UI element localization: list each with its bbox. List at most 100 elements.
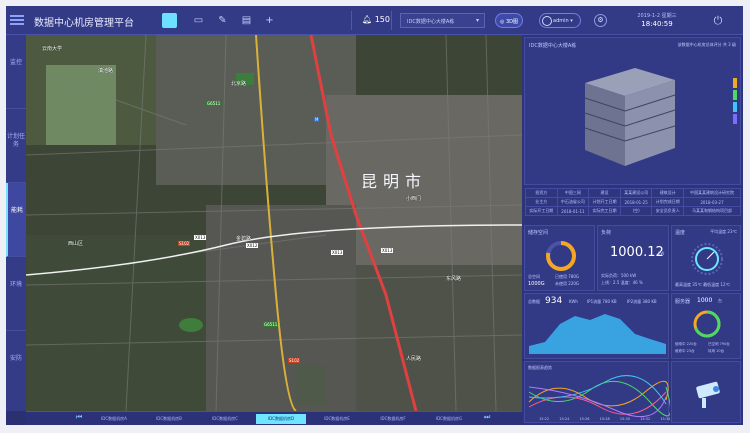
x-tick: 15:22 xyxy=(539,417,550,421)
document-icon[interactable]: ▤ xyxy=(240,14,253,27)
traffic-area-chart xyxy=(529,314,666,354)
table-cell: 马某某和钢结构项目部 xyxy=(683,206,741,216)
table-cell: 投资方 xyxy=(525,188,558,198)
divider xyxy=(391,11,392,30)
load-detail: 上线：2.5 温度：46 % xyxy=(601,280,643,285)
date-text: 2019-1-2 星期三 xyxy=(637,13,677,19)
right-panel: IDC数据中心大楼A栋 该数据中心机房总体评分 共 3 级 投资方 中国三网 建设某… xyxy=(522,35,743,425)
divider xyxy=(351,11,352,30)
3d-view-label: 3D图 xyxy=(505,19,519,25)
temperature-card: 温度 平均温度 23℃ 最高温度 35℃ 最低温度 12℃ xyxy=(671,225,741,291)
storage-total-value: 1000G xyxy=(528,281,545,287)
nav-label: 监控 xyxy=(9,59,22,66)
datetime: 2019-1-2 星期三 18:40:59 xyxy=(632,12,682,28)
top-bar: 数据中心机房管理平台 ▭ ✎ ▤ + 🔔︎ 150 IDC数据中心大楼A栋 ▾ ◎… xyxy=(6,6,743,35)
bell-icon: 🔔︎ xyxy=(362,15,373,24)
table-cell: 实际完工日期 xyxy=(588,206,621,216)
x-tick: 15:26 xyxy=(579,417,590,421)
map-place-label: 北京路 xyxy=(231,81,247,87)
route-badge: S102 xyxy=(178,241,191,246)
trend-card: 数据报表趋势 15:22 15:24 15:26 15:28 15:30 15:… xyxy=(524,361,671,423)
nav-item-monitor[interactable]: 监控 xyxy=(6,35,26,109)
table-cell: 建设 xyxy=(588,188,621,198)
legend-free: 未使用 220G xyxy=(555,281,580,286)
legend-item: 已空闲 790台 xyxy=(708,342,730,346)
building-card: IDC数据中心大楼A栋 该数据中心机房总体评分 共 3 级 xyxy=(524,37,741,185)
app-window: 数据中心机房管理平台 ▭ ✎ ▤ + 🔔︎ 150 IDC数据中心大楼A栋 ▾ ◎… xyxy=(6,6,743,425)
time-text: 18:40:59 xyxy=(641,20,673,28)
tab-room-c[interactable]: IDC数据机房C xyxy=(200,414,250,424)
legend-used: 已使用 780G xyxy=(555,274,580,279)
server-card: 服务器 1000 台 使用中 220台 已空闲 790台 维修中 23台 待用 … xyxy=(671,293,741,359)
home-button[interactable] xyxy=(162,13,177,28)
table-cell: 2018-01-11 xyxy=(556,206,590,216)
nav-item-energy[interactable]: 能耗 xyxy=(6,183,26,257)
satellite-map[interactable]: 昆明市 云南大学 滇池路 北京路 金碧路 西山区 小西门 人民路 东风路 G65… xyxy=(26,35,522,411)
username: admin xyxy=(553,18,569,24)
legend-item: 维修中 23台 xyxy=(675,349,695,353)
add-icon[interactable]: + xyxy=(263,14,276,27)
alarm-button[interactable]: 🔔︎ 150 xyxy=(362,15,390,24)
legend-item: 使用中 220台 xyxy=(675,342,697,346)
avatar xyxy=(542,16,552,26)
user-menu[interactable]: admin ▾ xyxy=(539,13,581,28)
load-value: 1000.12 xyxy=(610,245,664,260)
x-tick: 15:30 xyxy=(619,417,630,421)
map-imagery xyxy=(26,35,522,411)
tab-room-f[interactable]: IDC数据机房F xyxy=(368,414,418,424)
table-cell: 业主方 xyxy=(525,197,558,207)
prev-page-icon[interactable]: ⏮ xyxy=(76,413,82,422)
temperature-range: 最高温度 35℃ 最低温度 12℃ xyxy=(675,282,730,287)
nav-label: 安防 xyxy=(9,355,22,362)
x-tick: 15:32 xyxy=(640,417,651,421)
alarm-count: 150 xyxy=(374,15,390,24)
map-place-label: 西山区 xyxy=(68,241,84,247)
map-place-label: 小西门 xyxy=(406,196,422,202)
route-badge: X013 xyxy=(381,248,394,253)
map-place-label: 东风路 xyxy=(446,276,462,282)
edit-icon[interactable]: ✎ xyxy=(216,14,229,27)
room-tabs: ⏮ IDC数据机房A IDC数据机房B IDC数据机房C IDC数据机房D ID… xyxy=(26,411,522,425)
tab-room-e[interactable]: IDC数据机房E xyxy=(312,414,362,424)
side-nav: 监控 计划任务 能耗 环境 安防 xyxy=(6,35,26,411)
building-3d-model xyxy=(584,68,737,166)
tab-room-a[interactable]: IDC数据机房A xyxy=(89,414,139,424)
table-cell: 建筑设计 xyxy=(651,188,685,198)
menu-icon[interactable] xyxy=(10,15,24,25)
datacenter-select-value: IDC数据中心大楼A栋 xyxy=(407,19,455,25)
settings-icon[interactable]: ⚙ xyxy=(594,14,607,27)
map-city-label: 昆明市 xyxy=(361,172,428,191)
load-unit: kW xyxy=(658,251,665,256)
tab-room-d[interactable]: IDC数据机房D xyxy=(256,414,306,424)
table-cell: 中石油省公司 xyxy=(556,197,590,207)
route-badge: X013 xyxy=(331,250,344,255)
metro-marker: M xyxy=(314,117,320,122)
table-cell: 安全员负责人 xyxy=(651,206,685,216)
x-tick: 15:34 xyxy=(660,417,671,421)
x-tick: 15:24 xyxy=(559,417,570,421)
nav-label: 计划任务 xyxy=(6,133,25,148)
nav-item-security[interactable]: 安防 xyxy=(6,331,26,405)
route-badge: G6511 xyxy=(206,101,222,106)
map-place-label: 滇池路 xyxy=(98,68,114,74)
load-title: 负荷 xyxy=(601,230,612,236)
camera-card[interactable] xyxy=(671,361,741,423)
chevron-down-icon: ▾ xyxy=(475,17,479,24)
3d-view-button[interactable]: ◎ 3D图 xyxy=(495,13,523,28)
nav-item-environment[interactable]: 环境 xyxy=(6,257,26,331)
nav-label: 能耗 xyxy=(10,207,23,214)
datacenter-select[interactable]: IDC数据中心大楼A栋 ▾ xyxy=(400,13,485,28)
monitor-icon[interactable]: ▭ xyxy=(192,14,205,27)
load-card: 负荷 1000.12 kW 实际负荷：500 kW 上线：2.5 温度：46 % xyxy=(597,225,669,291)
tab-room-g[interactable]: IDC数据机房G xyxy=(424,414,474,424)
table-cell: 中国某某建筑设计研究院 xyxy=(683,188,741,198)
power-icon[interactable]: ⏻ xyxy=(711,14,725,28)
table-cell: 计划完成日期 xyxy=(651,197,685,207)
route-badge: X012 xyxy=(246,243,259,248)
legend-item: 待用 10台 xyxy=(708,349,725,353)
camera-icon xyxy=(696,381,720,408)
next-page-icon[interactable]: ⏭ xyxy=(484,413,490,422)
nav-item-tasks[interactable]: 计划任务 xyxy=(6,109,26,183)
table-cell: (空) xyxy=(619,206,653,216)
tab-room-b[interactable]: IDC数据机房B xyxy=(144,414,194,424)
